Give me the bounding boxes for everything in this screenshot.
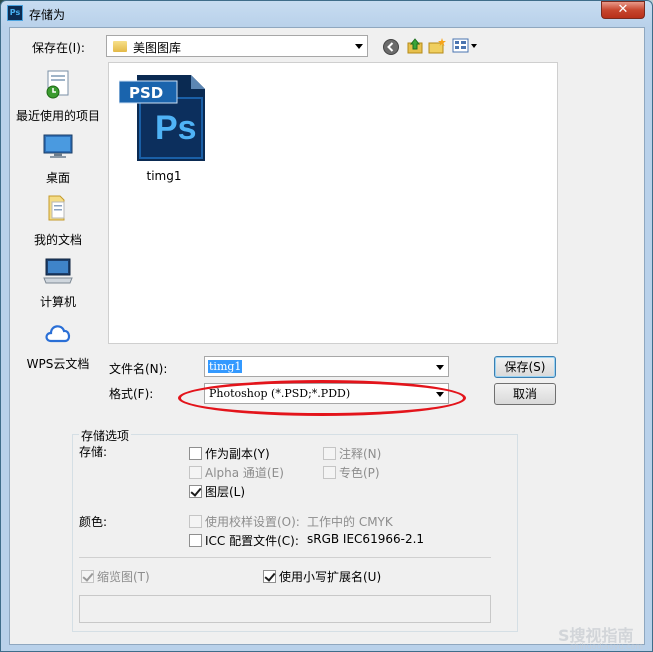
save-in-value: 美图图库 [133, 41, 182, 55]
file-list[interactable]: PSD Ps timg1 [108, 62, 558, 344]
watermark-url: shihuodiaoyu.com [570, 642, 644, 651]
spot-colors-checkbox[interactable] [323, 466, 336, 479]
up-folder-icon[interactable] [406, 37, 424, 55]
save-in-dropdown[interactable]: 美图图库 [106, 35, 368, 57]
notes-label: 注释(N) [339, 447, 382, 461]
spot-colors-label: 专色(P) [339, 466, 380, 480]
back-icon[interactable] [382, 38, 400, 56]
chevron-down-icon [436, 364, 444, 370]
place-label: 桌面 [45, 171, 70, 185]
save-button[interactable]: 保存(S) [494, 356, 556, 378]
as-copy-label: 作为副本(Y) [205, 447, 270, 461]
computer-icon [43, 258, 73, 284]
psd-badge-text: PSD [129, 84, 164, 102]
dialog-body: 保存在(I): 美图图库 最近使用的项目 桌面 我的文档 计算机 WPS云文档 … [9, 27, 645, 651]
documents-folder-icon [48, 195, 65, 221]
save-options-group: 存储选项 存储: 作为副本(Y) 注释(N) Alpha 通道(E) 专色(P)… [72, 427, 518, 632]
save-in-label: 保存在(I): [32, 41, 85, 55]
folder-icon [113, 41, 127, 52]
cancel-button[interactable]: 取消 [494, 383, 556, 405]
notes-checkbox[interactable] [323, 447, 336, 460]
save-as-dialog: Ps 存储为 ✕ 保存在(I): 美图图库 最近使用的项目 桌面 我的文档 计算… [0, 0, 653, 652]
place-computer[interactable]: 计算机 [10, 254, 106, 310]
layers-checkbox[interactable] [189, 485, 202, 498]
lowercase-extension-label: 使用小写扩展名(U) [279, 570, 382, 584]
group-title: 存储选项 [79, 427, 132, 444]
lowercase-extension-checkbox[interactable] [263, 570, 276, 583]
view-menu-icon[interactable] [452, 37, 478, 55]
as-copy-checkbox[interactable] [189, 447, 202, 460]
places-bar: 最近使用的项目 桌面 我的文档 计算机 WPS云文档 [10, 62, 106, 372]
place-wps-cloud[interactable]: WPS云文档 [10, 316, 106, 372]
photoshop-app-icon: Ps [7, 5, 23, 21]
ps-logo-text: Ps [155, 109, 197, 147]
separator [79, 557, 491, 558]
thumbnail-label: 缩览图(T) [97, 570, 150, 584]
title-bar[interactable]: Ps 存储为 ✕ [1, 1, 652, 27]
place-label: 计算机 [39, 295, 76, 309]
proof-setup-checkbox[interactable] [189, 515, 202, 528]
place-my-documents[interactable]: 我的文档 [10, 192, 106, 248]
warning-message-box [79, 595, 491, 623]
alpha-channels-checkbox[interactable] [189, 466, 202, 479]
recent-items-icon [46, 70, 69, 99]
store-label: 存储: [79, 445, 108, 459]
chevron-down-icon [355, 44, 363, 49]
filename-value: timg1 [208, 360, 243, 373]
place-recent-items[interactable]: 最近使用的项目 [10, 68, 106, 124]
format-label: 格式(F): [109, 387, 154, 401]
proof-setup-value: 工作中的 CMYK [307, 515, 393, 529]
place-label: WPS云文档 [26, 357, 90, 371]
alpha-channels-label: Alpha 通道(E) [205, 466, 284, 480]
icc-profile-value: sRGB IEC61966-2.1 [307, 532, 425, 546]
color-label: 颜色: [79, 515, 108, 529]
thumbnail-checkbox[interactable] [81, 570, 94, 583]
place-label: 我的文档 [33, 233, 82, 247]
annotation-ellipse [178, 380, 466, 416]
dialog-title: 存储为 [29, 8, 66, 22]
filename-label: 文件名(N): [109, 362, 168, 376]
icc-profile-label: ICC 配置文件(C): [205, 534, 299, 548]
place-desktop[interactable]: 桌面 [10, 130, 106, 186]
file-name: timg1 [146, 169, 182, 183]
new-folder-icon[interactable] [428, 37, 446, 55]
close-button[interactable]: ✕ [601, 1, 645, 19]
layers-label: 图层(L) [205, 485, 246, 499]
icc-profile-checkbox[interactable] [189, 534, 202, 547]
cloud-icon [45, 325, 71, 343]
desktop-icon [43, 134, 73, 158]
file-item[interactable]: PSD Ps timg1 [119, 71, 209, 187]
proof-setup-label: 使用校样设置(O): [205, 515, 300, 529]
place-label: 最近使用的项目 [15, 109, 100, 123]
filename-field[interactable]: timg1 [204, 356, 449, 377]
